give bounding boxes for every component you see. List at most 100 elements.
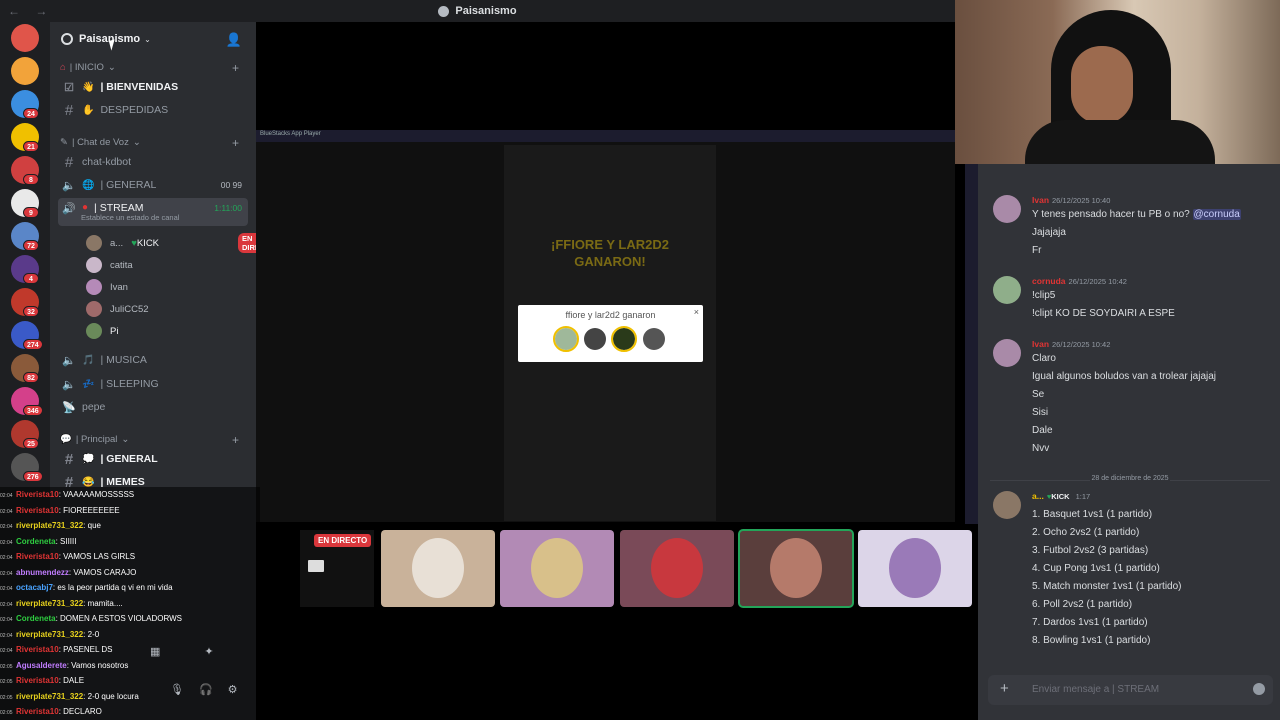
avatar [770, 538, 822, 598]
channel-despedidas[interactable]: # ✋ DESPEDIDAS [58, 99, 248, 121]
gear-icon[interactable]: ⚙ [228, 683, 238, 696]
title-bar: ← → Paisanismo [0, 0, 955, 22]
mention-badge: 276 [23, 471, 43, 482]
activities-icon[interactable]: ▦ [150, 645, 160, 658]
bluestacks-side-toolbar[interactable] [965, 164, 978, 524]
voice-channel-general[interactable]: 🔈 🌐 | GENERAL 00 99 [58, 174, 248, 196]
mention-badge: 8 [23, 174, 39, 185]
overlay-chat-user: Riverista10 [16, 552, 59, 561]
nav-arrows[interactable]: ← → [8, 4, 53, 18]
sleep-emoji-icon: 💤 [82, 378, 95, 390]
message-time: 26/12/2025 10:42 [1052, 340, 1111, 349]
mention-badge: 9 [23, 207, 39, 218]
overlay-chat-text: : DECLARO [58, 707, 102, 716]
overlay-chat-user: octacabj7 [16, 583, 53, 592]
live-badge: EN DIRECTO [314, 534, 372, 547]
message-username[interactable]: cornuda [1032, 276, 1066, 286]
channel-general[interactable]: # 💭 | GENERAL [58, 448, 248, 470]
user-count: 00 99 [220, 180, 242, 190]
mention-badge: 72 [23, 240, 39, 251]
participant-tile[interactable] [620, 530, 734, 607]
message-username[interactable]: a... [1032, 491, 1044, 501]
overlay-chat-line: 02:05 Agusalderete: Vamos nosotros [0, 658, 128, 673]
mention-badge: 4 [23, 273, 39, 284]
server-header[interactable]: Paisanismo ⌄ 👤 [50, 22, 256, 56]
overlay-chat-user: riverplate731_322 [16, 521, 84, 530]
overlay-chat-line: 02:04 Riverista10: PASENEL DS [0, 642, 113, 657]
stage-icon: 📡 [62, 401, 76, 414]
overlay-chat-user: Agusalderete [16, 660, 67, 670]
message-line: Se [1032, 389, 1045, 400]
voice-user[interactable]: a... ♥KICK EN DIRECTO [86, 232, 280, 254]
overlay-chat-line: 02:04 abnumendezz: VAMOS CARAJO [0, 565, 136, 580]
avatar[interactable] [993, 276, 1021, 304]
message-line: Dale [1032, 425, 1053, 436]
mention-badge: 346 [23, 405, 43, 416]
voice-channel-sleeping[interactable]: 🔈 💤 | SLEEPING [58, 373, 248, 395]
message-composer[interactable]: + Enviar mensaje a | STREAM [988, 675, 1273, 705]
avatar[interactable] [993, 339, 1021, 367]
add-channel-icon[interactable]: + [232, 61, 239, 75]
channel-status[interactable]: Establece un estado de canal [81, 213, 179, 222]
channel-label: | SLEEPING [100, 378, 159, 390]
soundboard-icon[interactable]: ✦ [204, 645, 213, 658]
mention[interactable]: @cornuda [1192, 209, 1241, 220]
speaker-icon: 🔈 [62, 378, 76, 391]
avatar [86, 235, 102, 251]
message-line: Fr [1032, 245, 1042, 256]
attach-plus-icon[interactable]: + [1000, 680, 1009, 697]
kick-tag-label: KICK [136, 237, 160, 249]
category-label: | Principal [75, 434, 118, 445]
overlay-chat-user: Riverista10 [16, 505, 59, 515]
invite-user-icon[interactable]: 👤 [226, 32, 242, 48]
avatar [643, 328, 665, 350]
voice-user[interactable]: Ivan [86, 276, 246, 298]
laugh-emoji-icon: 😂 [82, 476, 95, 488]
mention-badge: 32 [23, 306, 39, 317]
call-timer: 1:11:00 [214, 203, 242, 213]
voice-user-name: Pi [110, 325, 119, 337]
category-principal[interactable]: 💬 | Principal ⌄ + [60, 433, 239, 447]
message-username[interactable]: Ivan [1032, 339, 1049, 349]
overlay-chat-line: 02:04 riverplate731_322: mamita.... [0, 596, 123, 611]
participant-tile[interactable] [500, 530, 614, 607]
participant-tile[interactable] [381, 530, 495, 607]
composer-placeholder[interactable]: Enviar mensaje a | STREAM [1032, 684, 1159, 695]
microphone-icon[interactable]: 🎙 [170, 683, 184, 696]
overlay-chat-line: 02:04 Cordeneta: SIIIII [0, 534, 76, 549]
category-inicio[interactable]: ⌂ | INICIO ⌄ + [60, 61, 239, 75]
emoji-picker-icon[interactable] [1253, 683, 1265, 695]
overlay-chat-user: Cordeneta [16, 536, 56, 546]
overlay-chat-user: Riverista10 [16, 676, 59, 685]
avatar [531, 538, 583, 598]
channel-chat-kdbot[interactable]: # chat-kdbot [58, 151, 248, 173]
add-channel-icon[interactable]: + [232, 136, 239, 150]
avatar [86, 323, 102, 339]
voice-user[interactable]: catita [86, 254, 246, 276]
overlay-chat-text: : FIOREEEEEEE [58, 505, 120, 515]
voice-channel-pepe[interactable]: 📡 pepe [58, 396, 248, 418]
voice-user[interactable]: JuliCC52 [86, 298, 246, 320]
add-channel-icon[interactable]: + [232, 433, 239, 447]
mention-badge: 25 [23, 438, 39, 449]
category-voz[interactable]: ✎ | Chat de Voz ⌄ + [60, 136, 239, 150]
voice-channel-musica[interactable]: 🔈 🎵 | MUSICA [58, 349, 248, 371]
headphones-icon[interactable]: 🎧 [199, 683, 213, 696]
chevron-down-icon: ⌄ [107, 62, 116, 73]
message-username[interactable]: Ivan [1032, 195, 1049, 205]
voice-channel-stream[interactable]: 🔊 ● | STREAM 1:11:00 Establece un estado… [58, 198, 248, 226]
voice-user[interactable]: Pi [86, 320, 246, 342]
channel-bienvenidas[interactable]: ☑ 👋 | BIENVENIDAS [58, 76, 248, 98]
message-line: Igual algunos boludos van a trolear jaja… [1032, 371, 1217, 382]
avatar[interactable] [993, 491, 1021, 519]
window-title-text: Paisanismo [455, 5, 517, 17]
webcam-face [1071, 46, 1133, 124]
participant-tile[interactable] [858, 530, 972, 607]
participant-tile-speaking[interactable] [738, 529, 854, 608]
overlay-chat-text: : VAMOS CARAJO [68, 567, 137, 577]
server-icon[interactable] [11, 24, 39, 52]
overlay-chat-text: : Vamos nosotros [66, 660, 129, 670]
avatar[interactable] [993, 195, 1021, 223]
overlay-chat-line: 02:04 octacabj7: es la peor partida q vi … [0, 580, 173, 595]
server-icon[interactable] [11, 57, 39, 85]
